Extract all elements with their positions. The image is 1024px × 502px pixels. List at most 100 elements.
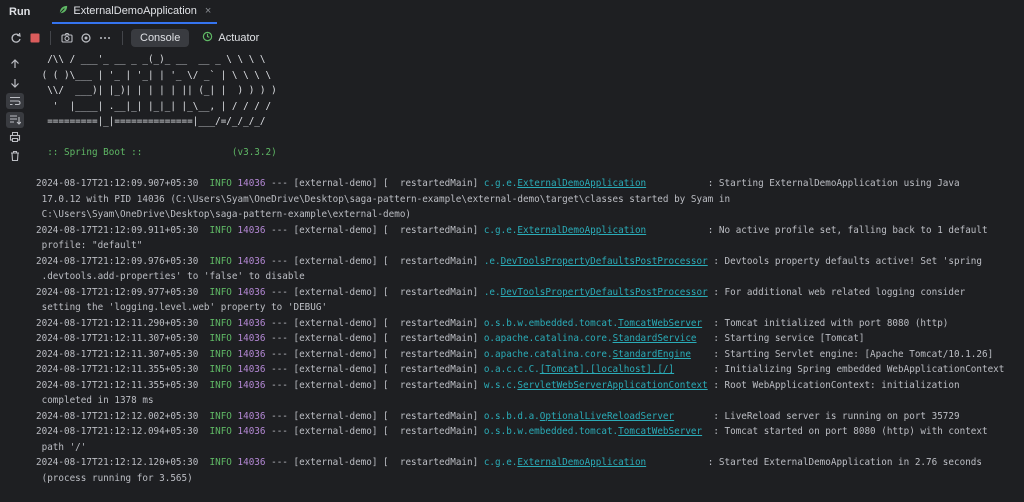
log-thread: --- [external-demo] [ restartedMain] [265,333,484,344]
log-logger[interactable]: o.a.c.c.C.[Tomcat].[localhost].[/] [484,364,674,375]
log-continuation: path '/' [36,441,87,453]
log-pid: 14036 [237,286,266,298]
spring-boot-version-line: :: Spring Boot :: (v3.3.2) [36,147,277,158]
tab-actuator[interactable]: Actuator [193,28,268,48]
logger-class-link[interactable]: ExternalDemoApplication [517,457,646,468]
log-logger[interactable]: .e.DevToolsPropertyDefaultsPostProcessor [484,256,708,267]
log-logger[interactable]: o.s.b.w.embedded.tomcat.TomcatWebServer [484,426,702,437]
log-message: : Root WebApplicationContext: initializa… [707,379,960,391]
logger-class-link[interactable]: TomcatWebServer [618,318,702,329]
toolbar-divider [122,31,123,45]
soft-wrap-icon[interactable] [6,93,24,109]
log-continuation: .devtools.add-properties' to 'false' to … [36,271,305,282]
arrow-down-icon[interactable] [8,76,22,90]
banner-line: =========|_|==============|___/=/_/_/_/ [36,116,266,127]
log-message: : No active profile set, falling back to… [646,224,988,236]
log-timestamp: 2024-08-17T21:12:12.120+05:30 [36,457,210,468]
log-line: 2024-08-17T21:12:09.976+05:30 INFO 14036… [36,254,1024,270]
logger-class-link[interactable]: OptionalLiveReloadServer [540,411,674,422]
stop-icon[interactable] [28,31,42,45]
tab-external-demo-application[interactable]: ExternalDemoApplication × [52,0,218,24]
log-logger[interactable]: o.s.b.d.a.OptionalLiveReloadServer [484,411,674,422]
log-message: : Devtools property defaults active! Set… [707,255,982,267]
logger-class-link[interactable]: StandardService [613,333,697,344]
log-pid: 14036 [237,410,266,422]
log-pid: 14036 [237,364,266,375]
logger-class-link[interactable]: DevToolsPropertyDefaultsPostProcessor [501,256,708,267]
log-line: 2024-08-17T21:12:09.911+05:30 INFO 14036… [36,223,1024,239]
tab-label: ExternalDemoApplication [73,5,197,17]
settings-icon[interactable] [79,31,93,45]
log-level: INFO [209,410,238,422]
tab-console[interactable]: Console [131,29,190,47]
log-level: INFO [209,333,238,344]
logger-class-link[interactable]: [Tomcat].[localhost].[/] [540,364,674,375]
log-level: INFO [209,286,238,298]
log-pid: 14036 [237,426,266,437]
log-message: : For additional web related logging con… [707,286,966,298]
log-timestamp: 2024-08-17T21:12:11.355+05:30 [36,364,210,375]
log-logger[interactable]: o.apache.catalina.core.StandardService [484,333,697,344]
log-thread: --- [external-demo] [ restartedMain] [265,286,484,298]
print-icon[interactable] [8,130,22,144]
log-line: 2024-08-17T21:12:11.355+05:30 INFO 14036… [36,378,1024,394]
logger-class-link[interactable]: ServletWebServerApplicationContext [517,380,707,391]
trash-icon[interactable] [8,149,22,163]
log-level: INFO [209,379,238,391]
log-message: : Starting service [Tomcat] [696,333,865,344]
logger-class-link[interactable]: ExternalDemoApplication [517,178,646,189]
log-continuation: setting the 'logging.level.web' property… [36,302,328,313]
log-line: 2024-08-17T21:12:11.290+05:30 INFO 14036… [36,316,1024,332]
log-timestamp: 2024-08-17T21:12:12.002+05:30 [36,410,210,422]
log-pid: 14036 [237,178,266,189]
console-output[interactable]: /\\ / ___'_ __ _ _(_)_ __ __ _ \ \ \ \ (… [36,52,1024,502]
banner-line: \\/ ___)| |_)| | | | | || (_| | ) ) ) ) [36,85,277,96]
log-line: 2024-08-17T21:12:09.977+05:30 INFO 14036… [36,285,1024,301]
log-level: INFO [209,364,238,375]
log-pid: 14036 [237,317,266,329]
log-thread: --- [external-demo] [ restartedMain] [265,255,484,267]
log-message: : Tomcat started on port 8080 (http) wit… [702,426,988,437]
log-logger[interactable]: c.g.e.ExternalDemoApplication [484,178,646,189]
log-continuation: profile: "default" [36,240,143,251]
log-message: : Starting Servlet engine: [Apache Tomca… [690,348,994,360]
log-logger[interactable]: o.apache.catalina.core.StandardEngine [484,349,691,360]
spring-leaf-icon [58,4,69,18]
log-logger[interactable]: w.s.c.ServletWebServerApplicationContext [484,380,708,391]
log-message: : Starting ExternalDemoApplication using… [646,178,960,189]
log-pid: 14036 [237,255,266,267]
arrow-up-icon[interactable] [8,57,22,71]
log-level: INFO [209,178,238,189]
log-logger[interactable]: .e.DevToolsPropertyDefaultsPostProcessor [484,287,708,298]
log-logger[interactable]: o.s.b.w.embedded.tomcat.TomcatWebServer [484,318,702,329]
log-timestamp: 2024-08-17T21:12:09.977+05:30 [36,286,210,298]
log-thread: --- [external-demo] [ restartedMain] [265,224,484,236]
log-logger[interactable]: c.g.e.ExternalDemoApplication [484,225,646,236]
log-continuation: C:\Users\Syam\OneDrive\Desktop\saga-patt… [36,209,412,220]
log-pid: 14036 [237,379,266,391]
log-message: : Started ExternalDemoApplication in 2.7… [646,457,982,468]
log-level: INFO [209,255,238,267]
close-tab-icon[interactable]: × [205,5,211,17]
more-icon[interactable] [98,31,112,45]
logger-class-link[interactable]: StandardEngine [613,349,691,360]
log-pid: 14036 [237,333,266,344]
run-toolbar: Console Actuator [0,26,1024,50]
logger-class-link[interactable]: DevToolsPropertyDefaultsPostProcessor [501,287,708,298]
camera-icon[interactable] [60,31,74,45]
log-level: INFO [209,348,238,360]
scroll-to-end-icon[interactable] [6,112,24,128]
log-line: 2024-08-17T21:12:11.307+05:30 INFO 14036… [36,347,1024,363]
log-line: 2024-08-17T21:12:12.120+05:30 INFO 14036… [36,455,1024,471]
banner-line: ( ( )\___ | '_ | '_| | '_ \/ _` | \ \ \ … [36,69,272,81]
log-timestamp: 2024-08-17T21:12:11.290+05:30 [36,317,210,329]
logger-class-link[interactable]: TomcatWebServer [618,426,702,437]
logger-class-link[interactable]: ExternalDemoApplication [517,225,646,236]
log-thread: --- [external-demo] [ restartedMain] [265,178,484,189]
log-logger[interactable]: c.g.e.ExternalDemoApplication [484,457,646,468]
log-line: 2024-08-17T21:12:11.355+05:30 INFO 14036… [36,362,1024,378]
rerun-icon[interactable] [9,31,23,45]
banner-line: ' |____| .__|_| |_|_| |_\__, | / / / / [36,100,272,112]
log-line: 2024-08-17T21:12:12.094+05:30 INFO 14036… [36,424,1024,440]
